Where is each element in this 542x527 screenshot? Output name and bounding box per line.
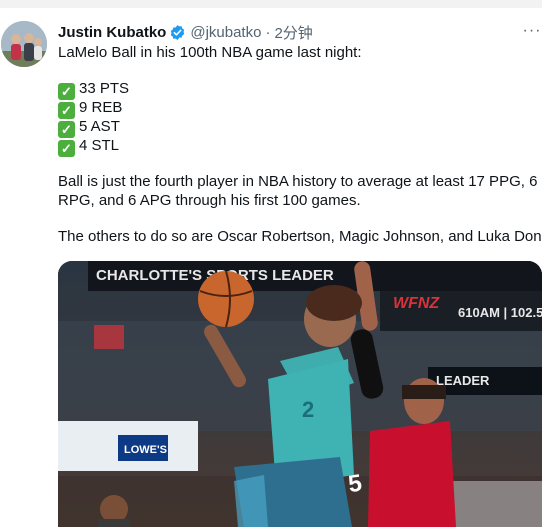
timestamp[interactable]: 2分钟 bbox=[274, 22, 312, 43]
stat-label: 5 AST bbox=[79, 118, 120, 135]
station-frequency: 610AM | 102.5 bbox=[458, 305, 542, 320]
tweet-header: Justin Kubatko @jkubatko · 2分钟 bbox=[58, 22, 313, 42]
top-strip bbox=[0, 0, 542, 8]
verified-badge-icon bbox=[169, 24, 186, 41]
tweet-text: LaMelo Ball in his 100th NBA game last n… bbox=[58, 43, 542, 246]
check-mark-icon: ✓ bbox=[58, 140, 75, 157]
intro-text: LaMelo Ball in his 100th NBA game last n… bbox=[58, 44, 362, 61]
stat-label: 9 REB bbox=[79, 99, 123, 116]
header-separator: · bbox=[265, 23, 271, 41]
stat-line: ✓ 4 STL bbox=[58, 136, 542, 157]
paragraph-line: RPG, and 6 APG through his first 100 gam… bbox=[58, 192, 361, 209]
hornets-jersey-number: 2 bbox=[302, 397, 314, 422]
station-logo: WFNZ bbox=[393, 295, 440, 312]
stat-line: ✓ 33 PTS bbox=[58, 79, 542, 100]
stat-label: 33 PTS bbox=[79, 80, 130, 97]
author-name[interactable]: Justin Kubatko bbox=[58, 24, 166, 41]
tweet-photo[interactable]: CHARLOTTE'S SPORTS LEADER WFNZ 610AM | 1… bbox=[58, 261, 542, 527]
author-handle[interactable]: @jkubatko bbox=[190, 24, 261, 41]
paragraph-line: The others to do so are Oscar Robertson,… bbox=[58, 228, 542, 245]
sponsor-logo: LOWE'S bbox=[124, 444, 167, 456]
avatar[interactable] bbox=[1, 21, 47, 67]
more-options-icon[interactable]: ··· bbox=[521, 22, 542, 39]
stat-line: ✓ 5 AST bbox=[58, 117, 542, 138]
stat-label: 4 STL bbox=[79, 137, 120, 154]
paragraph-line: Ball is just the fourth player in NBA hi… bbox=[58, 173, 538, 190]
stat-line: ✓ 9 REB bbox=[58, 98, 542, 119]
